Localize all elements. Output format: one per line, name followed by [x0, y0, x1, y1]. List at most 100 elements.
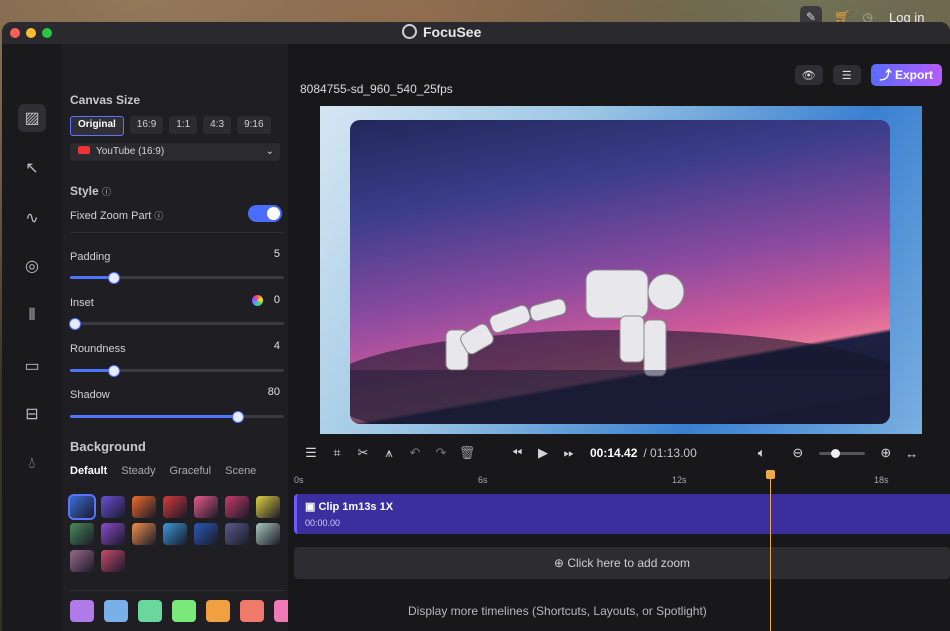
color-picker-icon[interactable]	[252, 295, 263, 306]
tracks-icon[interactable]: ☰	[298, 445, 324, 461]
settings-sliders-icon[interactable]: ☰	[832, 65, 861, 85]
wallpaper-swatch[interactable]	[70, 523, 94, 545]
wallpaper-swatch[interactable]	[194, 496, 218, 518]
close-window-button[interactable]	[10, 28, 20, 38]
tab-scene[interactable]: Scene	[225, 465, 256, 477]
motion-icon[interactable]: ∿	[18, 204, 46, 232]
redo-icon[interactable]: ↷	[428, 445, 454, 461]
rewind-icon[interactable]: ⏪︎	[504, 445, 530, 461]
wallpaper-swatch[interactable]	[225, 496, 249, 518]
solid-color-swatch[interactable]	[70, 600, 94, 622]
playback-toolbar: ☰ ⌗ ✂ ⩚ ↶ ↷ 🗑︎ ⏪︎ ▶ ⏩︎ 00:14.42 / 01:13.…	[288, 439, 950, 467]
ratio-9-16-button[interactable]: 9:16	[237, 116, 271, 134]
toggle-knob	[267, 207, 280, 220]
undo-icon[interactable]: ↶	[402, 445, 428, 461]
fixed-zoom-label: Fixed Zoom Part ⓘ	[70, 209, 163, 222]
solid-color-swatch[interactable]	[206, 600, 230, 622]
shadow-slider-fill	[70, 415, 237, 418]
ratio-16-9-button[interactable]: 16:9	[129, 116, 164, 134]
export-button[interactable]: ⤴ Export	[870, 64, 942, 86]
wallpaper-swatch[interactable]	[101, 523, 125, 545]
inset-label: Inset	[70, 297, 94, 309]
timeline-zoom-slider[interactable]	[818, 448, 865, 458]
style-title: Style ⓘ	[70, 184, 111, 198]
robot-torso	[585, 269, 649, 319]
roundness-slider[interactable]	[70, 365, 284, 377]
delete-icon[interactable]: 🗑︎	[454, 445, 480, 461]
speed-icon[interactable]: ⩚	[376, 445, 402, 461]
roundness-value: 4	[273, 340, 280, 352]
caption-icon[interactable]: ▭	[18, 352, 46, 380]
audio-icon[interactable]: ⦀	[18, 302, 46, 330]
preview-canvas[interactable]	[320, 106, 922, 434]
wallpaper-swatch[interactable]	[70, 550, 94, 572]
wallpaper-swatch[interactable]	[225, 523, 249, 545]
inset-slider-knob[interactable]	[69, 318, 82, 330]
app-title: FocuSee	[402, 24, 481, 40]
solid-color-swatch[interactable]	[172, 600, 196, 622]
tool-rail: ▨ ↖ ∿ ◎ ⦀ ▭ ⊟ 💧︎	[2, 44, 63, 631]
zoom-out-icon[interactable]: ⊖	[785, 445, 811, 461]
minimize-window-button[interactable]	[26, 28, 36, 38]
wallpaper-swatch[interactable]	[132, 523, 156, 545]
wallpaper-swatch[interactable]	[101, 496, 125, 518]
wallpaper-swatch[interactable]	[256, 496, 280, 518]
canvas-icon[interactable]: ▨	[18, 104, 46, 132]
fit-width-icon[interactable]: ↔	[899, 446, 925, 461]
ratio-1-1-button[interactable]: 1:1	[169, 116, 198, 134]
padding-slider[interactable]	[70, 272, 284, 284]
cursor-icon[interactable]: ↖	[18, 154, 46, 182]
wallpaper-swatch[interactable]	[132, 496, 156, 518]
wallpaper-swatch[interactable]	[256, 523, 280, 545]
tab-steady[interactable]: Steady	[121, 465, 155, 477]
layout-icon[interactable]: ⊟	[18, 400, 46, 428]
ratio-4-3-button[interactable]: 4:3	[203, 116, 232, 134]
info-icon[interactable]: ⓘ	[154, 211, 163, 221]
robot-rear-leg	[643, 319, 667, 377]
solid-color-swatch[interactable]	[104, 600, 128, 622]
inset-value: 0	[273, 294, 280, 306]
shadow-slider[interactable]	[70, 411, 284, 423]
preview-eye-icon[interactable]: 👁︎	[794, 65, 823, 85]
padding-slider-knob[interactable]	[107, 272, 120, 284]
solid-color-swatch[interactable]	[240, 600, 264, 622]
timeline-zoom-knob[interactable]	[830, 448, 840, 458]
volume-icon[interactable]: 🔈︎	[749, 445, 775, 461]
tab-default[interactable]: Default	[70, 465, 107, 477]
wallpaper-swatch[interactable]	[194, 523, 218, 545]
padding-label: Padding	[70, 251, 111, 263]
fixed-zoom-toggle[interactable]	[248, 205, 282, 222]
wallpaper-grid	[68, 494, 282, 572]
camera-icon[interactable]: ◎	[18, 252, 46, 280]
inset-slider[interactable]	[69, 318, 284, 330]
solid-color-swatch[interactable]	[138, 600, 162, 622]
preset-select[interactable]: YouTube (16:9) ⌄	[70, 143, 280, 161]
wallpaper-swatch[interactable]	[101, 550, 125, 572]
wallpaper-swatch[interactable]	[68, 494, 96, 520]
wallpaper-swatch[interactable]	[163, 496, 187, 518]
playhead-handle[interactable]	[766, 470, 775, 479]
video-clip[interactable]: ▣ Clip 1m13s 1X 00:00.00	[294, 494, 950, 534]
shadow-value: 80	[267, 386, 280, 398]
roundness-slider-knob[interactable]	[107, 365, 120, 377]
tab-graceful[interactable]: Graceful	[170, 465, 212, 477]
robot-front-leg	[619, 315, 645, 363]
info-icon[interactable]: ⓘ	[102, 187, 111, 197]
ruler-label-0s: 0s	[294, 475, 304, 485]
more-timelines-link[interactable]: Display more timelines (Shortcuts, Layou…	[408, 604, 707, 618]
canvas-size-title: Canvas Size	[70, 93, 141, 107]
shadow-slider-knob[interactable]	[231, 411, 244, 423]
crop-icon[interactable]: ⌗	[324, 445, 350, 461]
zoom-in-icon[interactable]: ⊕	[873, 445, 899, 461]
cut-icon[interactable]: ✂	[350, 445, 376, 461]
total-time: / 01:13.00	[643, 446, 697, 460]
zoom-window-button[interactable]	[42, 28, 52, 38]
play-icon[interactable]: ▶	[530, 445, 556, 461]
wallpaper-swatch[interactable]	[163, 523, 187, 545]
ratio-original-button[interactable]: Original	[70, 116, 124, 136]
effects-icon[interactable]: 💧︎	[18, 450, 46, 478]
playhead[interactable]	[766, 470, 775, 631]
fast-forward-icon[interactable]: ⏩︎	[556, 445, 582, 461]
add-zoom-track[interactable]: ⊕ Click here to add zoom	[294, 547, 950, 579]
fixed-zoom-label-text: Fixed Zoom Part	[70, 210, 152, 222]
